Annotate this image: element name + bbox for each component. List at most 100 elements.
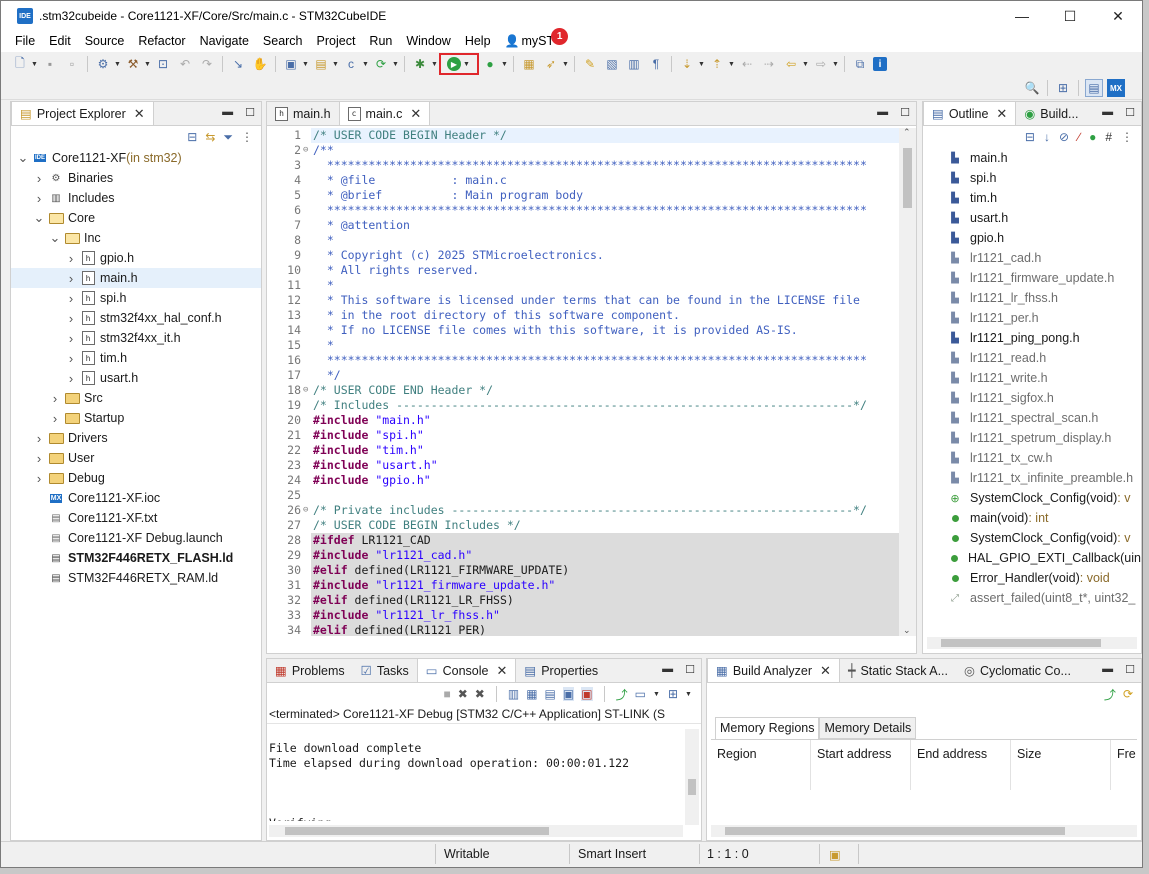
outline-item[interactable]: ▙ lr1121_lr_fhss.h — [923, 288, 1141, 308]
code-line[interactable]: 31 #include "lr1121_firmware_update.h" — [267, 578, 901, 593]
new-project-dropdown-icon[interactable]: ▼ — [302, 61, 310, 68]
outline-item[interactable]: ▙ lr1121_ping_pong.h — [923, 328, 1141, 348]
build-progress-icon[interactable]: ▣ — [829, 847, 841, 862]
binary-icon[interactable]: ⊡ — [154, 55, 172, 73]
remove-all-icon[interactable]: ✖ — [475, 687, 485, 701]
maximize-view-icon[interactable]: ☐ — [1125, 106, 1135, 119]
c-file-dropdown-icon[interactable]: ▼ — [362, 61, 370, 68]
collapsed-chevron-icon[interactable]: › — [33, 471, 45, 486]
code-line[interactable]: 23 #include "usart.h" — [267, 458, 901, 473]
collapsed-chevron-icon[interactable]: › — [65, 271, 77, 286]
code-line[interactable]: 2 ⊖/** — [267, 143, 901, 158]
close-tab-icon[interactable]: ✕ — [496, 663, 507, 679]
outline-item[interactable]: Error_Handler(void) : void — [923, 568, 1141, 588]
outline-item[interactable]: ▙ main.h — [923, 148, 1141, 168]
outline-item[interactable]: ▙ lr1121_tx_cw.h — [923, 448, 1141, 468]
tree-item[interactable]: › h spi.h — [11, 288, 261, 308]
outline-item[interactable]: ▙ spi.h — [923, 168, 1141, 188]
tab-memory-details[interactable]: Memory Details — [819, 717, 917, 739]
maximize-view-icon[interactable]: ☐ — [1125, 663, 1135, 676]
cdt-perspective-icon[interactable]: ▤ — [1085, 79, 1103, 97]
hide-macros-icon[interactable]: # — [1105, 130, 1112, 144]
whitespace-icon[interactable]: ¶ — [647, 55, 665, 73]
tree-item[interactable]: › h gpio.h — [11, 248, 261, 268]
code-line[interactable]: 27 /* USER CODE BEGIN Includes */ — [267, 518, 901, 533]
code-line[interactable]: 14 * If no LICENSE file comes with this … — [267, 323, 901, 338]
collapsed-chevron-icon[interactable]: › — [65, 331, 77, 346]
terminate-icon[interactable]: ■ — [443, 687, 450, 701]
rocket-dropdown-icon[interactable]: ▼ — [562, 61, 570, 68]
code-line[interactable]: 30 #elif defined(LR1121_FIRMWARE_UPDATE) — [267, 563, 901, 578]
external-tools-icon[interactable]: ● — [481, 55, 499, 73]
highlight-icon[interactable]: ✎ — [581, 55, 599, 73]
column-region[interactable]: Region — [711, 740, 811, 790]
fold-toggle-icon[interactable]: ⊖ — [303, 143, 311, 158]
fold-toggle-icon[interactable]: ⊖ — [303, 503, 311, 518]
save-icon[interactable]: ▪ — [41, 55, 59, 73]
tab-memory-regions[interactable]: Memory Regions — [715, 717, 820, 739]
tree-item[interactable]: › h stm32f4xx_it.h — [11, 328, 261, 348]
tree-item[interactable]: › h stm32f4xx_hal_conf.h — [11, 308, 261, 328]
code-line[interactable]: 22 #include "tim.h" — [267, 443, 901, 458]
toggle-mark-icon[interactable]: ▧ — [603, 55, 621, 73]
outline-item[interactable]: ▙ lr1121_write.h — [923, 368, 1141, 388]
expanded-chevron-icon[interactable]: ⌄ — [33, 210, 45, 226]
outline-item[interactable]: ▙ tim.h — [923, 188, 1141, 208]
open-type-icon[interactable]: ▦ — [520, 55, 538, 73]
mx-perspective-icon[interactable]: MX — [1107, 79, 1125, 97]
block-select-icon[interactable]: ▥ — [625, 55, 643, 73]
close-tab-icon[interactable]: ✕ — [996, 106, 1007, 122]
search-icon[interactable]: 🔍 — [1023, 79, 1041, 97]
tab-build-targets[interactable]: ◉ Build... — [1016, 102, 1086, 125]
bug-icon[interactable]: ✱ — [411, 55, 429, 73]
editor-scroll-thumb[interactable] — [903, 148, 912, 208]
filter-icon[interactable]: ⏷ — [223, 130, 233, 145]
code-line[interactable]: 18 ⊖/* USER CODE END Header */ — [267, 383, 901, 398]
next-annotation-icon[interactable]: ⇣ — [678, 55, 696, 73]
collapse-all-icon[interactable]: ⊟ — [187, 130, 197, 144]
forward-icon[interactable]: ⇨ — [812, 55, 830, 73]
code-line[interactable]: 11 * — [267, 278, 901, 293]
pin-console-icon[interactable]: ⤴ — [616, 686, 628, 703]
next-annotation-dropdown-icon[interactable]: ▼ — [698, 61, 706, 68]
code-line[interactable]: 3 **************************************… — [267, 158, 901, 173]
menu-navigate[interactable]: Navigate — [193, 31, 256, 52]
collapsed-chevron-icon[interactable]: › — [65, 251, 77, 266]
link-editor-icon[interactable]: ⇆ — [205, 130, 215, 144]
outline-item[interactable]: ▙ usart.h — [923, 208, 1141, 228]
debug-dropdown-icon[interactable]: ▼ — [431, 61, 439, 68]
collapse-all-icon[interactable]: ⊟ — [1025, 130, 1035, 144]
menu-run[interactable]: Run — [362, 31, 399, 52]
code-line[interactable]: 7 * @attention — [267, 218, 901, 233]
gear-dropdown-icon[interactable]: ▼ — [114, 61, 122, 68]
hammer-icon[interactable]: ⚒ — [124, 55, 142, 73]
collapsed-chevron-icon[interactable]: › — [65, 311, 77, 326]
outline-scroll-thumb[interactable] — [941, 639, 1101, 647]
remove-launch-icon[interactable]: ✖ — [458, 687, 468, 701]
console-scroll-thumb[interactable] — [688, 779, 696, 795]
view-menu-icon[interactable]: ⋮ — [1121, 130, 1133, 144]
collapsed-chevron-icon[interactable]: › — [33, 191, 45, 206]
menu-refactor[interactable]: Refactor — [131, 31, 192, 52]
code-line[interactable]: 19 /* Includes --------------------------… — [267, 398, 901, 413]
prev-annotation-icon[interactable]: ⇡ — [708, 55, 726, 73]
new-project-icon[interactable]: ▣ — [282, 55, 300, 73]
close-button[interactable]: ✕ — [1094, 1, 1142, 31]
collapsed-chevron-icon[interactable]: › — [65, 351, 77, 366]
minimize-view-icon[interactable]: ▬ — [1102, 663, 1113, 676]
hand-icon[interactable]: ✋ — [251, 55, 269, 73]
collapsed-chevron-icon[interactable]: › — [49, 411, 61, 426]
code-line[interactable]: 8 * — [267, 233, 901, 248]
outline-item[interactable]: ▙ lr1121_tx_infinite_preamble.h — [923, 468, 1141, 488]
tab-main-c[interactable]: c main.c ✕ — [338, 101, 431, 125]
code-line[interactable]: 12 * This software is licensed under ter… — [267, 293, 901, 308]
menu-window[interactable]: Window — [399, 31, 457, 52]
open-folder-dropdown-icon[interactable]: ▼ — [332, 61, 340, 68]
tab-properties[interactable]: ▤ Properties — [516, 659, 606, 682]
maximize-view-icon[interactable]: ☐ — [685, 663, 695, 676]
redo-icon[interactable]: ↷ — [198, 55, 216, 73]
close-tab-icon[interactable]: ✕ — [820, 663, 831, 679]
collapsed-chevron-icon[interactable]: › — [33, 171, 45, 186]
new-dropdown-icon[interactable]: ▼ — [31, 61, 39, 68]
outline-item[interactable]: SystemClock_Config(void) : v — [923, 528, 1141, 548]
